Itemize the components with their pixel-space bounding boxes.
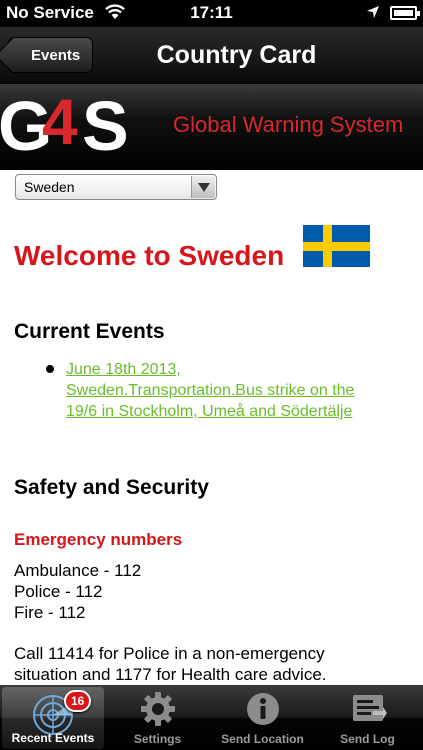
send-log-icon — [352, 695, 387, 721]
gear-icon — [140, 692, 175, 726]
note-line: situation and 1177 for Health care advic… — [14, 665, 327, 684]
tab-settings[interactable]: Settings — [105, 685, 210, 750]
recent-events-count-badge: 16 — [64, 690, 92, 712]
tab-label: Recent Events — [11, 731, 95, 745]
tab-send-log[interactable]: Send Log — [315, 685, 420, 750]
note-line: Call 11414 for Police in a non-emergency — [14, 644, 325, 663]
safety-heading: Safety and Security — [14, 476, 209, 499]
svg-text:S: S — [82, 87, 129, 165]
back-button[interactable]: Events — [8, 37, 94, 73]
country-select-value: Sweden — [24, 179, 75, 195]
navigation-bar: Events Country Card — [0, 27, 423, 84]
welcome-heading: Welcome to Sweden — [14, 240, 285, 271]
tab-send-location[interactable]: Send Location — [210, 685, 315, 750]
country-card-content[interactable]: Sweden Welcome to Sweden Current Events … — [0, 170, 423, 685]
status-bar: No Service 17:11 — [0, 0, 423, 27]
svg-text:4: 4 — [42, 86, 78, 158]
g4s-logo: G 4 S — [0, 86, 129, 165]
sweden-flag — [303, 225, 370, 267]
emergency-number: Police - 112 — [14, 582, 103, 601]
event-link-line: 19/6 in Stockholm, Umeå and Södertälje — [66, 403, 353, 420]
event-link-line: Sweden.Transportation.Bus strike on the — [66, 382, 355, 399]
tab-label: Settings — [133, 732, 182, 746]
tab-label: Send Location — [221, 732, 304, 746]
emergency-number: Ambulance - 112 — [14, 561, 142, 580]
location-arrow-icon — [366, 5, 380, 24]
banner-system-name: Global Warning System — [173, 112, 404, 137]
event-link-line: June 18th 2013, — [66, 361, 181, 378]
current-events-heading: Current Events — [14, 320, 165, 343]
emergency-number: Fire - 112 — [14, 603, 86, 622]
non-emergency-note: Call 11414 for Police in a non-emergency… — [14, 643, 414, 685]
country-select[interactable]: Sweden — [15, 174, 217, 200]
info-icon — [246, 693, 279, 725]
tab-bar: 16 Recent Events Settings Send Location — [0, 685, 423, 750]
g4s-banner: G 4 S Global Warning System — [0, 84, 423, 170]
tab-recent-events[interactable]: 16 Recent Events — [2, 687, 104, 749]
event-link[interactable]: June 18th 2013, Sweden.Transportation.Bu… — [66, 359, 416, 422]
back-button-label: Events — [31, 47, 81, 64]
dropdown-arrow-icon — [191, 176, 215, 198]
bullet-icon — [46, 365, 54, 373]
battery-icon — [390, 6, 420, 20]
tab-label: Send Log — [340, 732, 395, 746]
clock: 17:11 — [190, 3, 233, 22]
emergency-heading: Emergency numbers — [14, 530, 183, 549]
